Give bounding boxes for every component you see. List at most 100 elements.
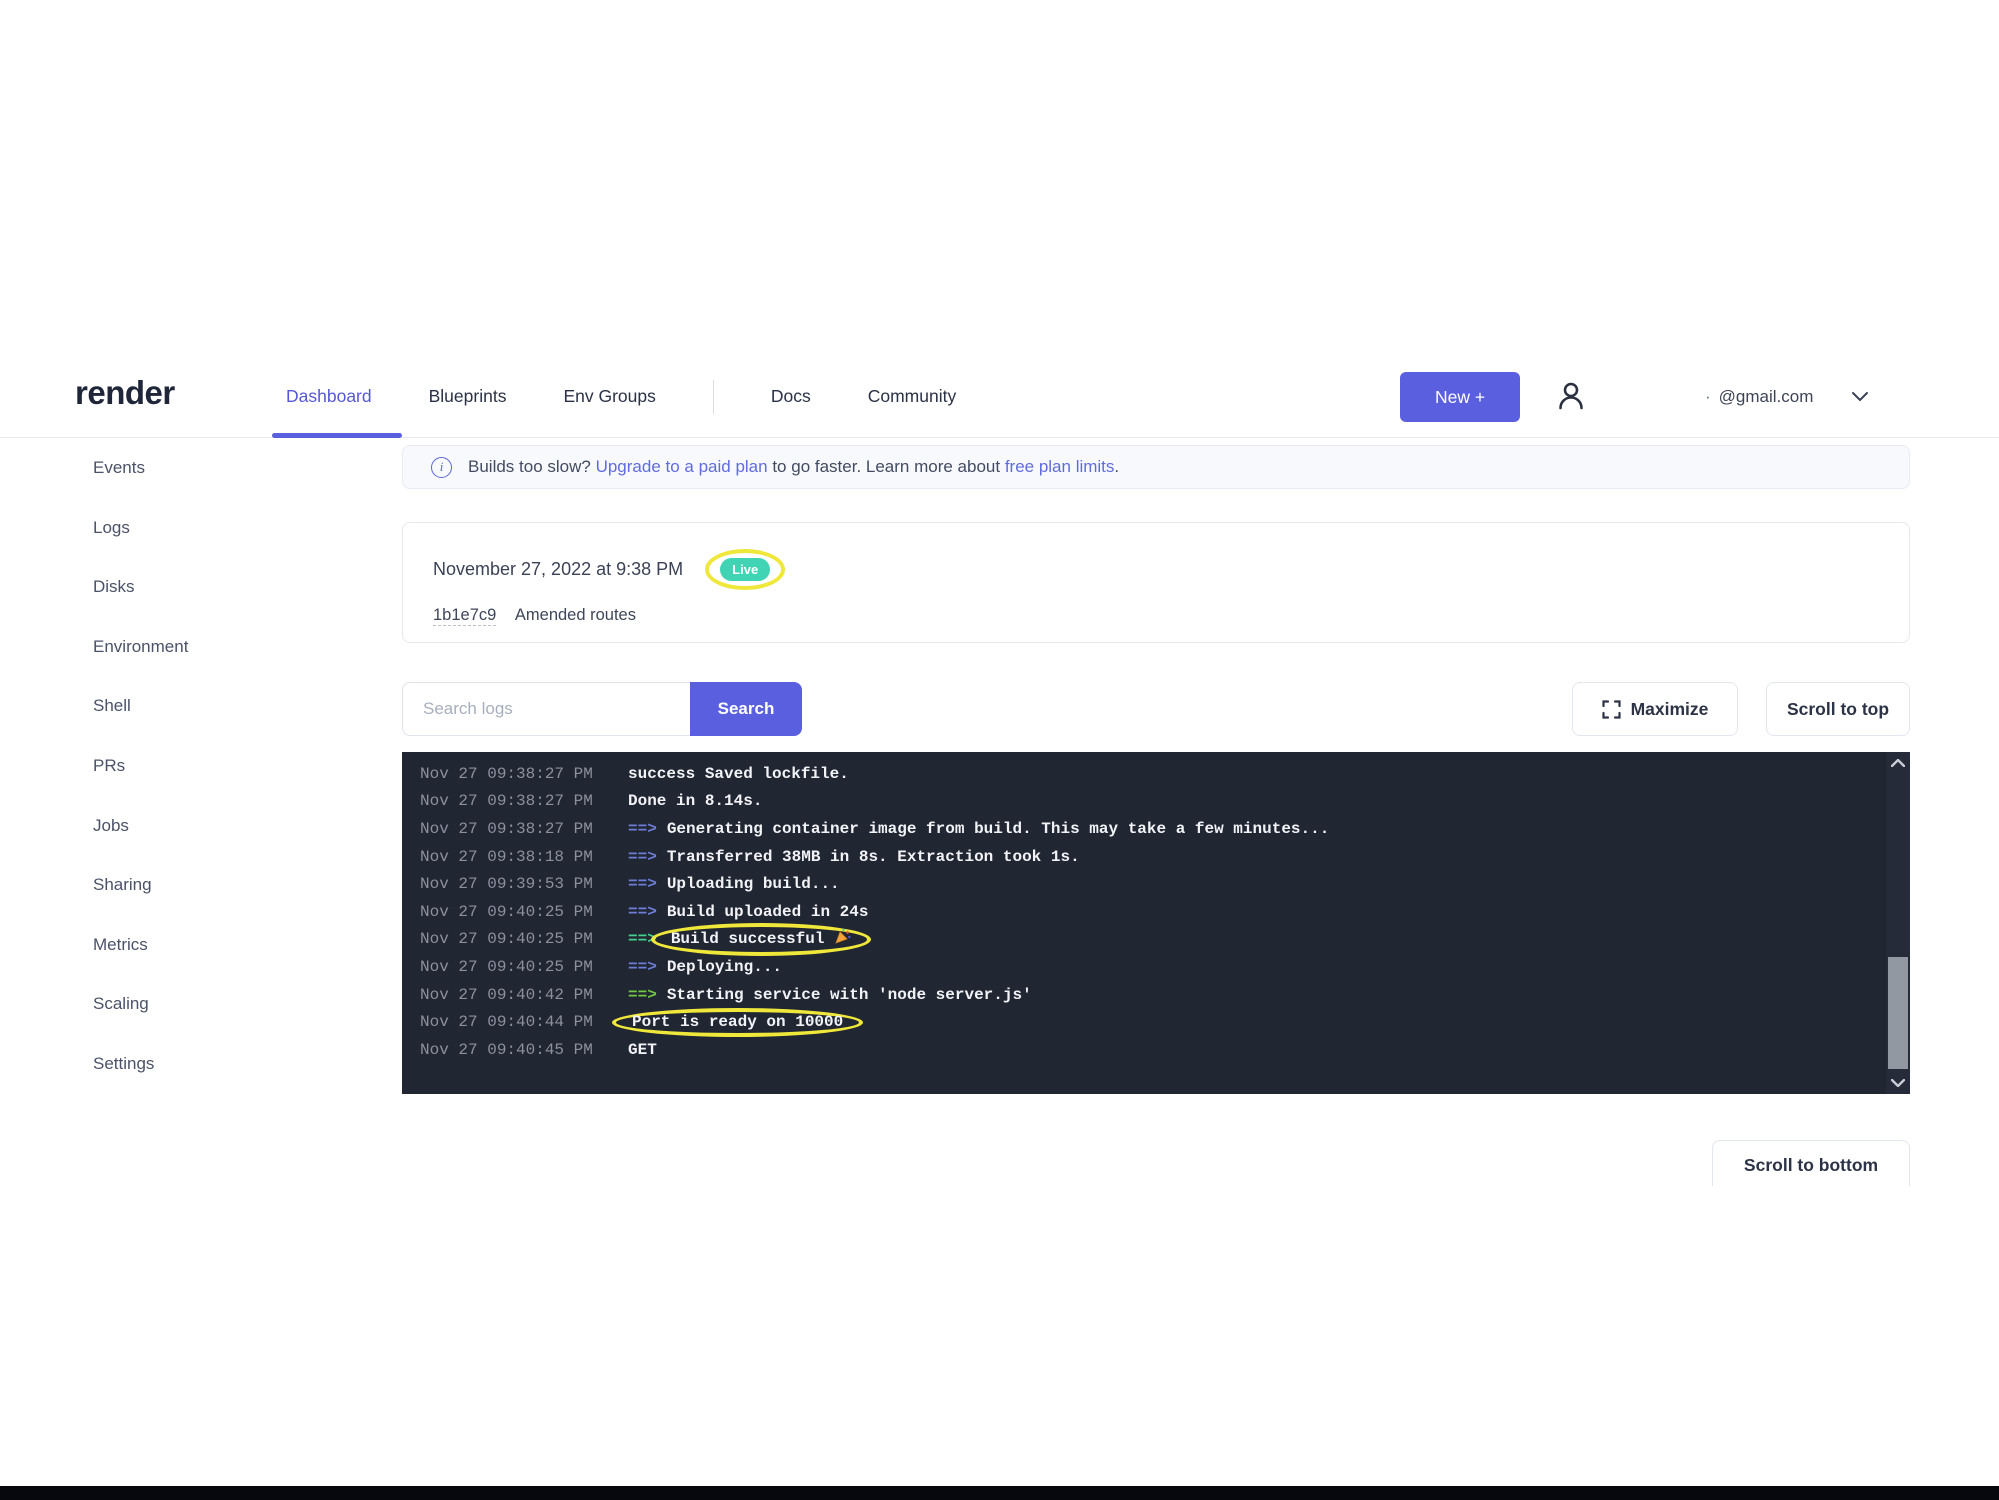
top-navbar: render Dashboard Blueprints Env Groups D…: [0, 356, 1999, 438]
log-timestamp: Nov 27 09:40:25 PM: [402, 903, 628, 921]
yellow-annotation-circle-log: Build successful: [651, 923, 872, 956]
scroll-to-bottom-button[interactable]: Scroll to bottom: [1712, 1140, 1910, 1186]
deploy-date: November 27, 2022 at 9:38 PM: [433, 559, 683, 580]
sidebar-item-events[interactable]: Events: [0, 438, 400, 498]
new-button[interactable]: New +: [1400, 372, 1520, 422]
log-timestamp: Nov 27 09:38:18 PM: [402, 848, 628, 866]
log-arrow: ==>: [628, 875, 657, 893]
log-arrow: ==>: [628, 820, 657, 838]
log-timestamp: Nov 27 09:40:42 PM: [402, 986, 628, 1004]
search-button[interactable]: Search: [690, 682, 802, 736]
bottom-bar: [0, 1486, 1999, 1500]
yellow-annotation-circle-live: Live: [705, 549, 785, 590]
maximize-button[interactable]: Maximize: [1572, 682, 1738, 736]
log-row: Nov 27 09:40:44 PMPort is ready on 10000: [402, 1008, 1884, 1036]
sidebar-item-environment[interactable]: Environment: [0, 617, 400, 677]
user-avatar-icon[interactable]: [1553, 378, 1589, 414]
nav-link-community[interactable]: Community: [868, 386, 957, 407]
sidebar-item-disks[interactable]: Disks: [0, 557, 400, 617]
log-arrow: ==>: [628, 958, 657, 976]
account-redacted-dot: ·: [1705, 387, 1711, 407]
nav-link-blueprints[interactable]: Blueprints: [429, 386, 507, 407]
nav-link-env-groups[interactable]: Env Groups: [563, 386, 655, 407]
log-lines: Nov 27 09:38:27 PMsuccess Saved lockfile…: [402, 760, 1884, 1064]
scrollbar-down-arrow[interactable]: [1886, 1072, 1910, 1094]
nav-link-docs[interactable]: Docs: [771, 386, 811, 407]
sidebar-item-metrics[interactable]: Metrics: [0, 915, 400, 975]
sidebar-item-scaling[interactable]: Scaling: [0, 974, 400, 1034]
sidebar-item-sharing[interactable]: Sharing: [0, 855, 400, 915]
log-timestamp: Nov 27 09:40:25 PM: [402, 930, 628, 948]
page: render Dashboard Blueprints Env Groups D…: [0, 0, 1999, 1500]
log-message-text: Build uploaded in 24s: [667, 903, 869, 921]
log-timestamp: Nov 27 09:38:27 PM: [402, 792, 628, 810]
maximize-label: Maximize: [1631, 699, 1709, 720]
scroll-to-bottom-wrap: Scroll to bottom: [1712, 1140, 1910, 1186]
sidebar-item-settings[interactable]: Settings: [0, 1034, 400, 1094]
log-timestamp: Nov 27 09:40:44 PM: [402, 1013, 628, 1031]
log-timestamp: Nov 27 09:40:45 PM: [402, 1041, 628, 1059]
log-message-text: Generating container image from build. T…: [667, 820, 1330, 838]
log-message: Uploading build...: [667, 875, 840, 893]
log-timestamp: Nov 27 09:39:53 PM: [402, 875, 628, 893]
log-timestamp: Nov 27 09:38:27 PM: [402, 820, 628, 838]
live-status-badge: Live: [720, 558, 770, 581]
log-message: Done in 8.14s.: [628, 792, 762, 810]
upgrade-banner: i Builds too slow? Upgrade to a paid pla…: [402, 445, 1910, 489]
account-email: @gmail.com: [1719, 387, 1814, 407]
free-plan-limits-link[interactable]: free plan limits: [1005, 457, 1115, 476]
log-message: GET: [628, 1041, 657, 1059]
banner-suffix: .: [1114, 457, 1119, 476]
log-row: Nov 27 09:38:27 PM==> Generating containe…: [402, 815, 1884, 843]
banner-middle: to go faster. Learn more about: [768, 457, 1005, 476]
render-logo[interactable]: render: [75, 374, 175, 412]
log-timestamp: Nov 27 09:40:25 PM: [402, 958, 628, 976]
sidebar-item-jobs[interactable]: Jobs: [0, 796, 400, 856]
log-row: Nov 27 09:40:42 PM==>Starting service wi…: [402, 981, 1884, 1009]
log-message: Transferred 38MB in 8s. Extraction took …: [667, 848, 1080, 866]
log-message-text: Port is ready on 10000: [632, 1013, 843, 1031]
log-message-text: Uploading build...: [667, 875, 840, 893]
log-row: Nov 27 09:40:25 PM==>Build uploaded in 2…: [402, 898, 1884, 926]
scrollbar-thumb[interactable]: [1888, 957, 1908, 1069]
account-menu[interactable]: · @gmail.com: [1705, 356, 1869, 437]
log-message-text: Starting service with 'node server.js': [667, 986, 1032, 1004]
log-row: Nov 27 09:39:53 PM==> Uploading build...: [402, 870, 1884, 898]
upgrade-plan-link[interactable]: Upgrade to a paid plan: [596, 457, 768, 476]
log-console[interactable]: Nov 27 09:38:27 PMsuccess Saved lockfile…: [402, 752, 1910, 1094]
party-popper-icon: [834, 928, 851, 950]
log-row: Nov 27 09:40:45 PMGET: [402, 1036, 1884, 1064]
chevron-down-icon[interactable]: [1851, 391, 1869, 403]
log-row: Nov 27 09:38:27 PMDone in 8.14s.: [402, 788, 1884, 816]
sidebar-item-prs[interactable]: PRs: [0, 736, 400, 796]
yellow-annotation-circle-log: Port is ready on 10000: [612, 1008, 863, 1037]
log-message-text: Build successful: [671, 930, 825, 948]
nav-link-dashboard[interactable]: Dashboard: [286, 386, 372, 407]
log-message-text: Transferred 38MB in 8s. Extraction took …: [667, 848, 1080, 866]
sidebar: EventsLogsDisksEnvironmentShellPRsJobsSh…: [0, 438, 400, 1094]
log-message-text: success Saved lockfile.: [628, 765, 849, 783]
log-message: Generating container image from build. T…: [667, 820, 1330, 838]
deploy-commit-row: 1b1e7c9 Amended routes: [433, 606, 1909, 625]
nav-divider: [713, 380, 714, 414]
banner-prefix: Builds too slow?: [468, 457, 596, 476]
log-message-text: Done in 8.14s.: [628, 792, 762, 810]
sidebar-item-shell[interactable]: Shell: [0, 676, 400, 736]
commit-hash-link[interactable]: 1b1e7c9: [433, 606, 496, 626]
scrollbar-up-arrow[interactable]: [1886, 752, 1910, 774]
log-message: success Saved lockfile.: [628, 765, 849, 783]
log-message: Deploying...: [667, 958, 782, 976]
log-message: Build uploaded in 24s: [667, 903, 869, 921]
upgrade-banner-text: Builds too slow? Upgrade to a paid plan …: [468, 457, 1119, 477]
maximize-icon: [1602, 700, 1621, 719]
console-scrollbar[interactable]: [1886, 752, 1910, 1094]
log-row: Nov 27 09:40:25 PM==> Deploying...: [402, 953, 1884, 981]
log-row: Nov 27 09:40:25 PM==>Build successful: [402, 926, 1884, 954]
log-timestamp: Nov 27 09:38:27 PM: [402, 765, 628, 783]
log-arrow: ==>: [628, 848, 657, 866]
deploy-card: November 27, 2022 at 9:38 PM Live 1b1e7c…: [402, 522, 1910, 643]
scroll-to-top-button[interactable]: Scroll to top: [1766, 682, 1910, 736]
search-logs-input[interactable]: [402, 682, 690, 736]
log-message-text: GET: [628, 1041, 657, 1059]
sidebar-item-logs[interactable]: Logs: [0, 498, 400, 558]
